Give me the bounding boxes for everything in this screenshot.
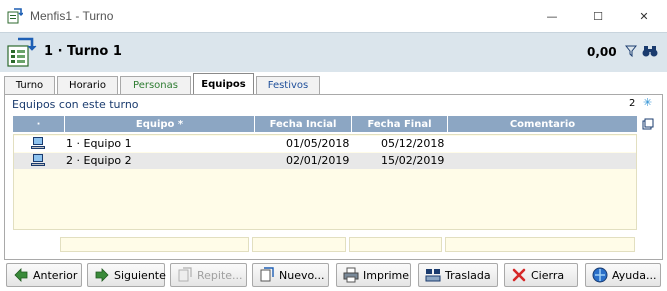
column-header-fecha-final[interactable]: Fecha Final — [352, 116, 448, 132]
grid-body: 1 · Equipo 1 01/05/2018 05/12/2018 2 · E… — [13, 134, 637, 230]
cell-fecha-final: 05/12/2018 — [381, 137, 445, 150]
arrow-right-icon — [95, 268, 109, 282]
button-label: Siguiente — [114, 268, 166, 282]
traslada-button[interactable]: Traslada — [418, 263, 498, 287]
tab-horario[interactable]: Horario — [57, 76, 118, 94]
close-window-button[interactable]: ✕ — [621, 0, 667, 32]
record-count: 2 — [629, 98, 636, 109]
close-icon: ✕ — [639, 9, 649, 23]
close-x-icon — [512, 268, 526, 282]
tab-festivos[interactable]: Festivos — [256, 76, 320, 94]
column-header-marker[interactable]: · — [13, 116, 65, 132]
arrow-left-icon — [14, 268, 28, 282]
button-label: Imprime — [363, 268, 410, 282]
button-label: Anterior — [33, 268, 78, 282]
minimize-button[interactable]: — — [529, 0, 575, 32]
footer-filter-fecha-inicial[interactable] — [252, 237, 346, 252]
tab-personas[interactable]: Personas — [120, 76, 191, 94]
new-item-star-icon[interactable]: ✳ — [643, 97, 655, 109]
button-label: Traslada — [445, 268, 491, 282]
repeat-icon — [178, 267, 192, 282]
maximize-button[interactable]: ☐ — [575, 0, 621, 32]
cierra-button[interactable]: Cierra — [504, 263, 578, 287]
app-icon — [7, 8, 23, 24]
new-icon — [260, 267, 274, 282]
computer-icon — [31, 154, 45, 166]
ayuda-button[interactable]: Ayuda... — [585, 263, 661, 287]
printer-icon — [343, 267, 359, 283]
cell-fecha-inicial: 02/01/2019 — [286, 154, 350, 167]
button-label: Repite... — [197, 268, 243, 282]
footer-filter-equipo[interactable] — [60, 237, 249, 252]
transfer-icon — [425, 269, 441, 282]
footer-filter-comentario[interactable] — [445, 237, 635, 252]
window-title: Menfis1 - Turno — [30, 9, 114, 23]
button-label: Nuevo... — [279, 268, 325, 282]
siguiente-button[interactable]: Siguiente — [87, 263, 166, 287]
record-title: 1 · Turno 1 — [44, 44, 122, 59]
footer-filter-fecha-final[interactable] — [349, 237, 442, 252]
minimize-icon: — — [546, 9, 558, 23]
button-label: Cierra — [531, 268, 565, 282]
button-label: Ayuda... — [612, 268, 657, 282]
help-icon — [592, 267, 608, 283]
record-header: 1 · Turno 1 0,00 — [0, 32, 667, 72]
imprime-button[interactable]: Imprime — [336, 263, 411, 287]
tab-label: Personas — [133, 80, 178, 91]
column-header-comentario[interactable]: Comentario — [448, 116, 638, 132]
tab-label: Festivos — [267, 80, 309, 91]
nuevo-button[interactable]: Nuevo... — [252, 263, 329, 287]
expand-grid-icon[interactable] — [642, 118, 654, 130]
filter-icon[interactable] — [625, 45, 637, 57]
shift-record-icon — [7, 37, 37, 67]
tab-label: Horario — [69, 80, 106, 91]
table-row[interactable]: 2 · Equipo 2 02/01/2019 15/02/2019 — [14, 153, 636, 169]
panel-title: Equipos con este turno — [12, 98, 139, 111]
cell-equipo: 1 · Equipo 1 — [66, 137, 132, 150]
tab-equipos[interactable]: Equipos — [193, 73, 254, 94]
anterior-button[interactable]: Anterior — [6, 263, 82, 287]
record-value: 0,00 — [587, 45, 617, 59]
cell-fecha-inicial: 01/05/2018 — [286, 137, 350, 150]
column-header-equipo[interactable]: Equipo * — [65, 116, 255, 132]
tab-turno[interactable]: Turno — [4, 76, 55, 94]
binoculars-icon[interactable] — [642, 44, 658, 58]
repite-button[interactable]: Repite... — [170, 263, 247, 287]
table-row[interactable]: 1 · Equipo 1 01/05/2018 05/12/2018 — [14, 136, 636, 152]
computer-icon — [31, 137, 45, 149]
title-bar: Menfis1 - Turno — ☐ ✕ — [0, 0, 667, 32]
tab-label: Equipos — [201, 78, 246, 90]
equipos-panel: Equipos con este turno 2 ✳ · Equipo * Fe… — [4, 94, 663, 260]
cell-equipo: 2 · Equipo 2 — [66, 154, 132, 167]
column-header-fecha-inicial[interactable]: Fecha Incial — [255, 116, 352, 132]
cell-fecha-final: 15/02/2019 — [381, 154, 445, 167]
tab-label: Turno — [15, 80, 44, 91]
maximize-icon: ☐ — [593, 9, 603, 23]
